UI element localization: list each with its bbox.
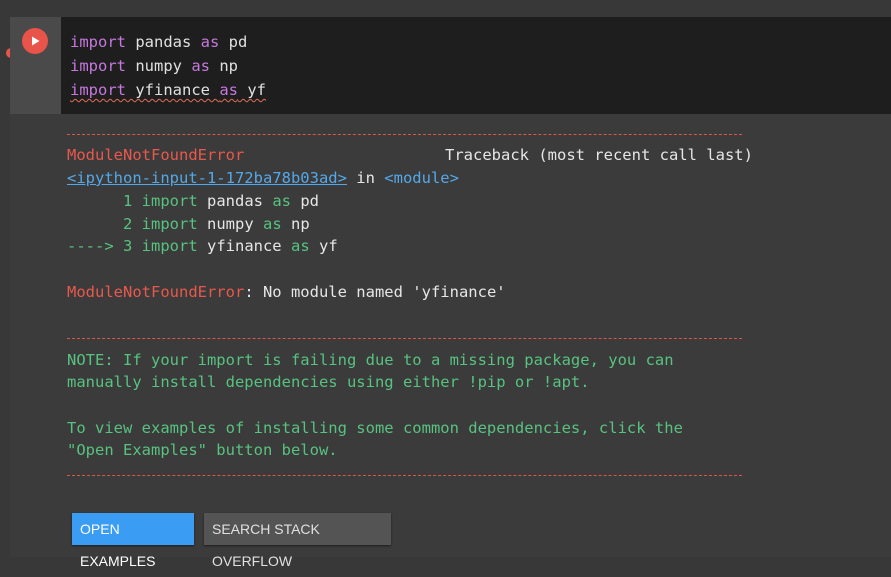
- search-stack-overflow-button[interactable]: SEARCH STACK OVERFLOW: [204, 513, 391, 569]
- traceback-location: <ipython-input-1-172ba78b03ad> in <modul…: [67, 169, 459, 187]
- code-line: import pandas as pd: [70, 33, 248, 51]
- note-line: To view examples of installing some comm…: [67, 419, 683, 437]
- code-line-error: import yfinance as yf: [70, 81, 266, 99]
- trace-line: 1 import pandas as pd: [67, 192, 319, 210]
- code-cell[interactable]: import pandas as pd import numpy as np i…: [6, 17, 891, 569]
- note-line: manually install dependencies using eith…: [67, 373, 590, 391]
- open-examples-button[interactable]: OPEN EXAMPLES: [72, 513, 194, 569]
- traceback-label: Traceback (most recent call last): [445, 146, 753, 164]
- cell-output: ModuleNotFoundError Traceback (most rece…: [61, 114, 891, 569]
- run-cell-button[interactable]: [22, 28, 48, 54]
- code-editor[interactable]: import pandas as pd import numpy as np i…: [61, 17, 891, 114]
- note-line: "Open Examples" button below.: [67, 441, 338, 459]
- play-icon: [32, 36, 40, 46]
- top-band: [0, 0, 891, 17]
- note-line: NOTE: If your import is failing due to a…: [67, 351, 674, 369]
- dashed-rule: [67, 134, 742, 135]
- code-line: import numpy as np: [70, 57, 238, 75]
- error-message: ModuleNotFoundError: No module named 'yf…: [67, 283, 506, 301]
- trace-line: 2 import numpy as np: [67, 215, 310, 233]
- ipython-input-link[interactable]: <ipython-input-1-172ba78b03ad>: [67, 169, 347, 187]
- dashed-rule: [67, 338, 742, 339]
- dashed-rule: [67, 475, 742, 476]
- trace-line-current: ----> 3 import yfinance as yf: [67, 237, 338, 255]
- cell-gutter: [10, 17, 61, 114]
- error-name: ModuleNotFoundError: [67, 146, 245, 164]
